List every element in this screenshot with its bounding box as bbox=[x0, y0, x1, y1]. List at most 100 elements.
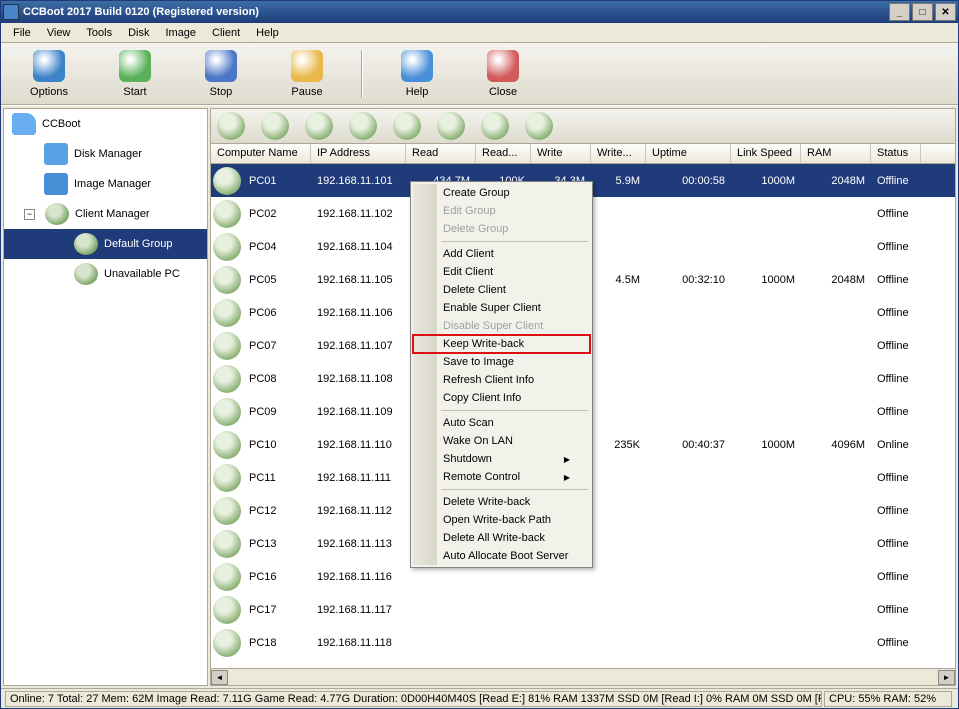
tool-label: Stop bbox=[210, 86, 233, 98]
col-header[interactable]: Uptime bbox=[646, 144, 731, 163]
tree-client-manager[interactable]: −Client Manager bbox=[4, 199, 207, 229]
cell-status: Offline bbox=[871, 604, 921, 616]
cell-uptime: 00:32:10 bbox=[646, 274, 731, 286]
cell-link: 1000M bbox=[731, 274, 801, 286]
client-icon bbox=[213, 233, 241, 261]
menu-label: Keep Write-back bbox=[443, 338, 524, 350]
tree-item-label: Image Manager bbox=[74, 178, 151, 190]
tool-start-button[interactable]: Start bbox=[95, 50, 175, 98]
tree-item-icon bbox=[44, 143, 68, 165]
menu-file[interactable]: File bbox=[5, 25, 39, 41]
menu-delete-all-write-back[interactable]: Delete All Write-back bbox=[413, 529, 590, 547]
menu-refresh-client-info[interactable]: Refresh Client Info bbox=[413, 371, 590, 389]
menu-image[interactable]: Image bbox=[157, 25, 204, 41]
maximize-button[interactable]: □ bbox=[912, 3, 933, 21]
tool-close-button[interactable]: Close bbox=[463, 50, 543, 98]
col-header[interactable]: Read bbox=[406, 144, 476, 163]
menu-shutdown[interactable]: Shutdown bbox=[413, 450, 590, 468]
menu-enable-super-client[interactable]: Enable Super Client bbox=[413, 299, 590, 317]
menu-remote-control[interactable]: Remote Control bbox=[413, 468, 590, 486]
context-menu: Create GroupEdit GroupDelete GroupAdd Cl… bbox=[410, 181, 593, 568]
client-icon bbox=[213, 596, 241, 624]
menu-label: Add Client bbox=[443, 248, 494, 260]
cell-ip: 192.168.11.108 bbox=[311, 373, 406, 385]
cell-writes: 235K bbox=[591, 439, 646, 451]
menu-add-client[interactable]: Add Client bbox=[413, 245, 590, 263]
menu-help[interactable]: Help bbox=[248, 25, 287, 41]
menu-auto-allocate-boot-server[interactable]: Auto Allocate Boot Server bbox=[413, 547, 590, 565]
cell-ip: 192.168.11.105 bbox=[311, 274, 406, 286]
menu-save-to-image[interactable]: Save to Image bbox=[413, 353, 590, 371]
main-toolbar: OptionsStart Stop Pause HelpClose bbox=[1, 43, 958, 105]
tool-pause-button[interactable]: Pause bbox=[267, 50, 347, 98]
col-header[interactable]: Status bbox=[871, 144, 921, 163]
pause-icon bbox=[291, 50, 323, 82]
menu-label: Remote Control bbox=[443, 471, 520, 483]
client-tool-icon[interactable] bbox=[217, 112, 245, 140]
tool-options-button[interactable]: Options bbox=[9, 50, 89, 98]
tree-item-icon bbox=[74, 263, 98, 285]
menu-label: Shutdown bbox=[443, 453, 492, 465]
cell-status: Offline bbox=[871, 505, 921, 517]
cell-name: PC09 bbox=[243, 406, 311, 418]
client-tool-icon[interactable] bbox=[481, 112, 509, 140]
cell-status: Offline bbox=[871, 373, 921, 385]
tree-disk-manager[interactable]: Disk Manager bbox=[4, 139, 207, 169]
col-header[interactable]: Computer Name bbox=[211, 144, 311, 163]
menu-wake-on-lan[interactable]: Wake On LAN bbox=[413, 432, 590, 450]
client-tool-icon[interactable] bbox=[349, 112, 377, 140]
cell-ip: 192.168.11.109 bbox=[311, 406, 406, 418]
col-header[interactable]: Write bbox=[531, 144, 591, 163]
tree-item-icon bbox=[74, 233, 98, 255]
menu-disk[interactable]: Disk bbox=[120, 25, 157, 41]
expander-icon[interactable]: − bbox=[24, 209, 35, 220]
client-tool-icon[interactable] bbox=[525, 112, 553, 140]
menu-create-group[interactable]: Create Group bbox=[413, 184, 590, 202]
client-icon bbox=[213, 365, 241, 393]
client-tool-icon[interactable] bbox=[393, 112, 421, 140]
tool-help-button[interactable]: Help bbox=[377, 50, 457, 98]
tree-item-icon bbox=[45, 203, 69, 225]
menu-delete-write-back[interactable]: Delete Write-back bbox=[413, 493, 590, 511]
menu-label: Delete All Write-back bbox=[443, 532, 545, 544]
cell-status: Online bbox=[871, 439, 921, 451]
tree-item-icon bbox=[12, 113, 36, 135]
col-header[interactable]: Read... bbox=[476, 144, 531, 163]
col-header[interactable]: Write... bbox=[591, 144, 646, 163]
menu-client[interactable]: Client bbox=[204, 25, 248, 41]
client-icon bbox=[213, 431, 241, 459]
menu-tools[interactable]: Tools bbox=[78, 25, 120, 41]
tree-ccboot[interactable]: CCBoot bbox=[4, 109, 207, 139]
col-header[interactable]: Link Speed bbox=[731, 144, 801, 163]
table-row[interactable]: PC18192.168.11.118Offline bbox=[211, 626, 955, 659]
tree-default-group[interactable]: Default Group bbox=[4, 229, 207, 259]
client-tool-icon[interactable] bbox=[261, 112, 289, 140]
tool-stop-button[interactable]: Stop bbox=[181, 50, 261, 98]
scroll-left-icon[interactable]: ◄ bbox=[211, 670, 228, 685]
col-header[interactable]: RAM bbox=[801, 144, 871, 163]
tool-label: Pause bbox=[291, 86, 322, 98]
menu-auto-scan[interactable]: Auto Scan bbox=[413, 414, 590, 432]
tree-unavailable-pc[interactable]: Unavailable PC bbox=[4, 259, 207, 289]
menu-open-write-back-path[interactable]: Open Write-back Path bbox=[413, 511, 590, 529]
menu-keep-write-back[interactable]: Keep Write-back bbox=[413, 335, 590, 353]
horizontal-scrollbar[interactable]: ◄ ► bbox=[211, 668, 955, 685]
tree-item-label: Unavailable PC bbox=[104, 268, 180, 280]
col-header[interactable]: IP Address bbox=[311, 144, 406, 163]
menu-label: Edit Client bbox=[443, 266, 493, 278]
tree-image-manager[interactable]: Image Manager bbox=[4, 169, 207, 199]
table-row[interactable]: PC17192.168.11.117Offline bbox=[211, 593, 955, 626]
menu-label: Copy Client Info bbox=[443, 392, 521, 404]
close-button[interactable]: ✕ bbox=[935, 3, 956, 21]
cell-name: PC06 bbox=[243, 307, 311, 319]
client-tool-icon[interactable] bbox=[305, 112, 333, 140]
menu-copy-client-info[interactable]: Copy Client Info bbox=[413, 389, 590, 407]
scroll-right-icon[interactable]: ► bbox=[938, 670, 955, 685]
client-tool-icon[interactable] bbox=[437, 112, 465, 140]
menu-view[interactable]: View bbox=[39, 25, 79, 41]
client-icon bbox=[213, 266, 241, 294]
menu-delete-group: Delete Group bbox=[413, 220, 590, 238]
menu-delete-client[interactable]: Delete Client bbox=[413, 281, 590, 299]
minimize-button[interactable]: _ bbox=[889, 3, 910, 21]
menu-edit-client[interactable]: Edit Client bbox=[413, 263, 590, 281]
